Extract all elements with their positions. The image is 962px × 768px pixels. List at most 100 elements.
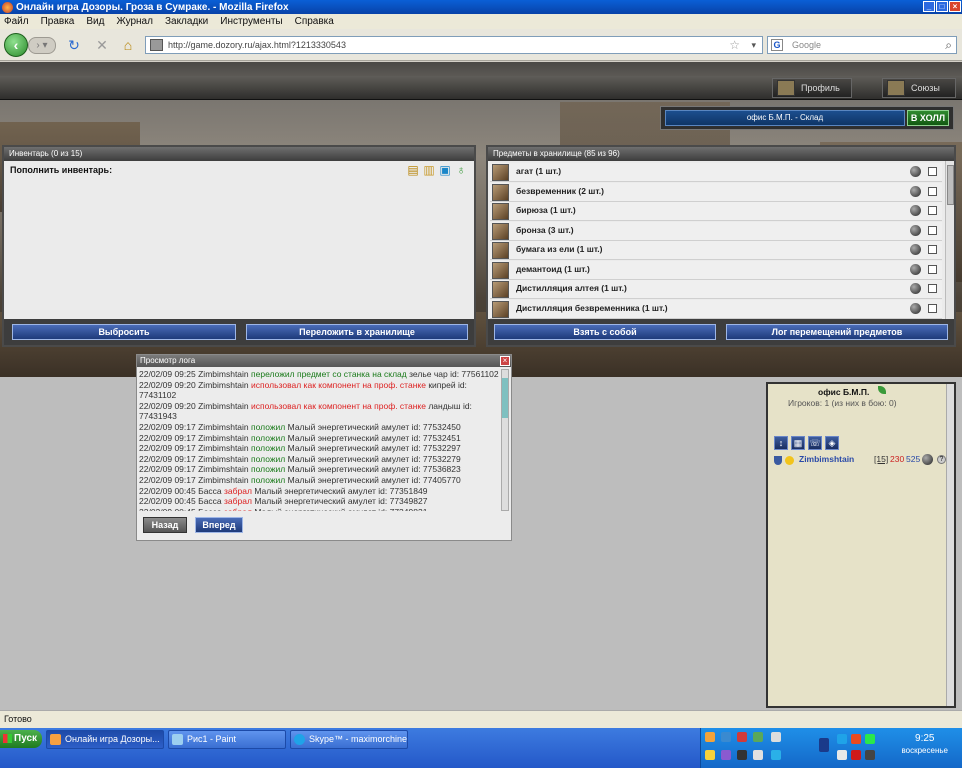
google-icon[interactable]: G: [771, 39, 783, 51]
drop-button[interactable]: Выбросить: [12, 324, 236, 340]
item-checkbox[interactable]: [928, 225, 937, 235]
item-info-icon[interactable]: [910, 224, 921, 236]
menu-edit[interactable]: Правка: [41, 16, 75, 27]
take-with-you-button[interactable]: Взять с собой: [494, 324, 716, 340]
item-info-icon[interactable]: [910, 302, 921, 314]
log-scroll-thumb[interactable]: [502, 378, 508, 418]
player-level[interactable]: [15]: [874, 454, 888, 464]
storage-item-row[interactable]: бумага из ели (1 шт.): [490, 241, 942, 260]
tray-app-icon[interactable]: [705, 732, 715, 742]
tray-app-icon[interactable]: [737, 750, 747, 760]
item-checkbox[interactable]: [928, 264, 937, 274]
menu-file[interactable]: Файл: [4, 16, 29, 27]
tray-app-icon[interactable]: [753, 750, 763, 760]
tray-app-icon[interactable]: [705, 750, 715, 760]
phone-icon[interactable]: ☏: [808, 436, 822, 450]
item-checkbox[interactable]: [928, 186, 937, 196]
tray-app-icon[interactable]: [851, 734, 861, 744]
storage-scroll-thumb[interactable]: [947, 165, 954, 205]
storage-item-row[interactable]: безвременник (2 шт.): [490, 182, 942, 202]
item-checkbox[interactable]: [928, 167, 937, 176]
monitor-icon[interactable]: ▣: [438, 163, 452, 177]
associations-button[interactable]: Союзы: [882, 78, 956, 98]
cards-icon[interactable]: ▦: [791, 436, 805, 450]
filter-icon[interactable]: ↕: [774, 436, 788, 450]
search-icon[interactable]: ⌕: [945, 37, 952, 53]
log-scrollbar[interactable]: [501, 369, 509, 511]
start-button[interactable]: Пуск: [0, 730, 42, 748]
item-info-icon[interactable]: [910, 244, 921, 255]
item-checkbox[interactable]: [928, 206, 937, 215]
language-indicator-icon[interactable]: [819, 738, 829, 752]
log-action: положил: [251, 421, 286, 432]
tray-app-icon[interactable]: [737, 732, 747, 742]
firefox-icon: [2, 1, 13, 13]
log-detail: Малый энергетический амулет id: 77532451: [287, 432, 461, 443]
shield-icon[interactable]: ◈: [825, 436, 839, 450]
player-name[interactable]: Zimbimshtain: [799, 454, 854, 464]
tray-app-icon[interactable]: [837, 750, 847, 760]
players-scrollbar[interactable]: [946, 384, 954, 706]
task-firefox[interactable]: Онлайн игра Дозоры...: [46, 730, 164, 749]
potion-icon[interactable]: ♁: [454, 163, 468, 177]
close-button[interactable]: ×: [949, 1, 961, 12]
player-row[interactable]: Zimbimshtain [15] 230 525 ?: [772, 454, 952, 468]
home-icon[interactable]: ⌂: [120, 37, 136, 53]
tray-app-icon[interactable]: [771, 750, 781, 760]
reload-icon[interactable]: ↻: [66, 37, 82, 53]
tray-app-icon[interactable]: [771, 732, 781, 742]
player-info-icon[interactable]: ?: [937, 455, 946, 464]
log-forward-button[interactable]: Вперед: [195, 517, 243, 533]
storage-item-row[interactable]: демантоид (1 шт.): [490, 260, 942, 280]
tray-app-icon[interactable]: [851, 750, 861, 760]
task-paint[interactable]: Рис1 - Paint: [168, 730, 286, 749]
stop-icon[interactable]: ✕: [94, 37, 110, 53]
bookmark-star-icon[interactable]: ☆: [729, 37, 740, 53]
log-entry: 22/02/09 00:45 Басса забрал Малый энерге…: [139, 496, 501, 507]
item-info-icon[interactable]: [910, 283, 921, 294]
tray-app-icon[interactable]: [721, 732, 731, 742]
item-info-icon[interactable]: [910, 185, 921, 197]
menu-bookmarks[interactable]: Закладки: [165, 16, 208, 27]
scroll-icon[interactable]: ▤: [406, 163, 420, 177]
menu-tools[interactable]: Инструменты: [220, 16, 282, 27]
storage-item-row[interactable]: бронза (3 шт.): [490, 221, 942, 241]
item-checkbox[interactable]: [928, 284, 937, 293]
tray-app-icon[interactable]: [865, 750, 875, 760]
item-info-icon[interactable]: [910, 263, 921, 275]
storage-item-row[interactable]: Дистилляция алтея (1 шт.): [490, 280, 942, 299]
hall-button[interactable]: В ХОЛЛ: [907, 110, 949, 126]
back-button[interactable]: ‹: [4, 33, 28, 57]
item-info-icon[interactable]: [910, 205, 921, 216]
storage-item-row[interactable]: бирюза (1 шт.): [490, 202, 942, 221]
address-bar[interactable]: http://game.dozory.ru/ajax.html?12133305…: [145, 36, 763, 54]
forward-button[interactable]: › ▾: [28, 37, 56, 54]
paint-task-icon: [172, 734, 183, 745]
log-back-button[interactable]: Назад: [143, 517, 187, 533]
log-close-button[interactable]: ×: [500, 356, 510, 366]
tray-app-icon[interactable]: [865, 734, 875, 744]
storage-item-row[interactable]: Дистилляция безвременника (1 шт.): [490, 299, 942, 319]
item-checkbox[interactable]: [928, 245, 937, 254]
tray-app-icon[interactable]: [721, 750, 731, 760]
maximize-button[interactable]: □: [936, 1, 948, 12]
storage-scrollbar[interactable]: [945, 161, 954, 321]
book-icon[interactable]: ▥: [422, 163, 436, 177]
move-to-storage-button[interactable]: Переложить в хранилище: [246, 324, 468, 340]
task-skype[interactable]: Skype™ - maximorchinekov: [290, 730, 408, 749]
minimize-button[interactable]: _: [923, 1, 935, 12]
menu-help[interactable]: Справка: [295, 16, 334, 27]
profile-button[interactable]: Профиль: [772, 78, 852, 98]
item-info-icon[interactable]: [910, 166, 921, 177]
inventory-panel: Инвентарь (0 из 15) Пополнить инвентарь:…: [2, 145, 476, 347]
search-input[interactable]: G Google ⌕: [767, 36, 957, 54]
item-checkbox[interactable]: [928, 303, 937, 313]
tray-app-icon[interactable]: [753, 732, 763, 742]
taskbar-clock[interactable]: 9:25 воскресенье: [902, 733, 949, 757]
menu-history[interactable]: Журнал: [116, 16, 153, 27]
item-log-button[interactable]: Лог перемещений предметов: [726, 324, 948, 340]
storage-item-row[interactable]: агат (1 шт.): [490, 163, 942, 182]
url-dropdown-icon[interactable]: ▾: [751, 37, 756, 53]
menu-view[interactable]: Вид: [86, 16, 104, 27]
tray-app-icon[interactable]: [837, 734, 847, 744]
